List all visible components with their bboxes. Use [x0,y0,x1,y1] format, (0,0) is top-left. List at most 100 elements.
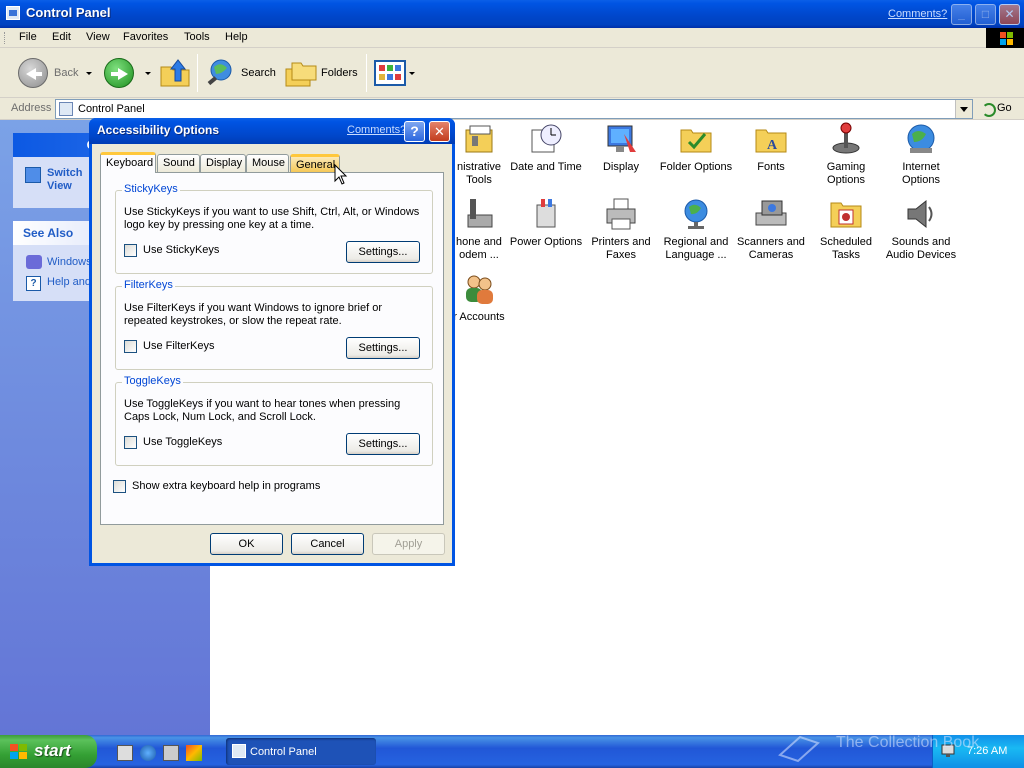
scheduled-tasks-item[interactable]: Scheduled Tasks [807,197,885,262]
quick-launch-icon[interactable] [163,745,179,761]
menu-tools[interactable]: Tools [184,31,210,43]
regional-language-item[interactable]: Regional and Language ... [657,197,735,262]
power-icon [529,197,563,231]
gaming-options-item[interactable]: Gaming Options [807,122,885,187]
extra-help-checkbox[interactable] [113,480,126,493]
address-bar: Address Control Panel Go [0,98,1024,120]
tab-mouse[interactable]: Mouse [246,154,289,172]
switch-view-link[interactable]: Switch View [47,167,82,193]
see-also-link-help[interactable]: Help and [47,276,91,288]
up-folder-button[interactable] [158,56,192,90]
see-also-link-windows[interactable]: Windows [47,256,92,268]
checkbox-label[interactable]: Use StickyKeys [143,244,219,256]
icon-label: Scheduled Tasks [820,236,872,261]
views-button[interactable] [374,56,415,90]
maximize-button[interactable]: □ [975,4,996,25]
speaker-icon [904,197,938,231]
fonts-item[interactable]: A Fonts [732,122,810,174]
internet-explorer-icon[interactable] [140,745,156,761]
ok-button[interactable]: OK [210,533,283,555]
filterkeys-checkbox[interactable] [124,340,137,353]
scanners-cameras-item[interactable]: Scanners and Cameras [732,197,810,262]
windows-logo-icon [986,28,1024,48]
menu-favorites[interactable]: Favorites [123,31,168,43]
stickykeys-checkbox[interactable] [124,244,137,257]
taskbar-button-control-panel[interactable]: Control Panel [226,738,376,765]
search-button[interactable]: Search [205,56,276,90]
forward-button[interactable] [104,56,134,90]
back-dropdown[interactable] [86,56,92,90]
users-icon [462,272,496,306]
menu-bar: File Edit View Favorites Tools Help [0,28,1024,48]
tab-keyboard[interactable]: Keyboard [100,152,156,173]
search-label: Search [241,67,276,79]
address-input[interactable]: Control Panel [55,99,973,119]
group-label: FilterKeys [122,279,175,291]
admin-tools-icon [462,122,496,156]
address-dropdown[interactable] [955,100,972,118]
display-icon [604,122,638,156]
icon-label: Display [602,161,640,173]
show-desktop-icon[interactable] [117,745,133,761]
cancel-button[interactable]: Cancel [291,533,364,555]
control-panel-icon [6,6,20,20]
menu-grip[interactable] [4,32,7,44]
filterkeys-settings-button[interactable]: Settings... [346,337,420,359]
internet-options-item[interactable]: Internet Options [882,122,960,187]
back-button[interactable]: Back [18,56,78,90]
power-options-item[interactable]: Power Options [507,197,585,249]
watermark: The Collection Book [836,734,980,751]
apply-button[interactable]: Apply [372,533,445,555]
display-item[interactable]: Display [582,122,660,174]
close-button[interactable]: ✕ [999,4,1020,25]
togglekeys-settings-button[interactable]: Settings... [346,433,420,455]
chevron-down-icon [409,71,415,75]
window-title-bar[interactable]: Control Panel Comments? _ □ ✕ [0,0,1024,28]
back-arrow-icon [18,58,48,88]
checkbox-label[interactable]: Use ToggleKeys [143,436,222,448]
tab-general[interactable]: General [290,154,340,172]
phone-icon [462,197,496,231]
chevron-down-icon [86,71,92,75]
dialog-body: Keyboard Sound Display Mouse General Sti… [92,144,452,563]
menu-file[interactable]: File [19,31,37,43]
group-description: Use ToggleKeys if you want to hear tones… [124,398,401,423]
printers-faxes-item[interactable]: Printers and Faxes [582,197,660,262]
sounds-audio-item[interactable]: Sounds and Audio Devices [882,197,960,262]
icon-label: Folder Options [659,161,733,173]
icon-label: Scanners and Cameras [737,236,805,261]
forward-dropdown[interactable] [145,56,151,90]
menu-help[interactable]: Help [225,31,248,43]
media-player-icon[interactable] [186,745,202,761]
date-time-item[interactable]: Date and Time [507,122,585,174]
stickykeys-settings-button[interactable]: Settings... [346,241,420,263]
icon-label: Printers and Faxes [591,236,651,261]
dialog-title-bar[interactable]: Accessibility Options Comments? ? ✕ [89,118,455,144]
tab-sound[interactable]: Sound [157,154,200,172]
extra-help-label[interactable]: Show extra keyboard help in programs [132,480,320,492]
folders-button[interactable]: Folders [284,56,358,90]
icon-label: Date and Time [510,161,582,173]
windows-update-icon [26,255,42,269]
folder-options-item[interactable]: Folder Options [657,122,735,174]
windows-flag-icon [10,744,27,759]
menu-edit[interactable]: Edit [52,31,71,43]
go-button[interactable]: Go [980,101,1012,117]
group-label: StickyKeys [122,183,180,195]
toolbar: Back Search Folders [0,48,1024,98]
icon-label: Regional and Language ... [663,236,729,261]
keyboard-tab-panel: StickyKeys Use StickyKeys if you want to… [100,172,444,525]
minimize-button[interactable]: _ [951,4,972,25]
comments-link[interactable]: Comments? [888,8,947,20]
help-icon: ? [26,276,41,291]
tab-display[interactable]: Display [200,154,246,172]
start-button[interactable]: start [0,735,97,768]
dialog-close-button[interactable]: ✕ [429,121,450,142]
menu-view[interactable]: View [86,31,110,43]
togglekeys-checkbox[interactable] [124,436,137,449]
help-button[interactable]: ? [404,121,425,142]
dialog-comments-link[interactable]: Comments? [347,124,406,136]
address-label: Address [11,102,52,114]
checkbox-label[interactable]: Use FilterKeys [143,340,215,352]
forward-arrow-icon [104,58,134,88]
